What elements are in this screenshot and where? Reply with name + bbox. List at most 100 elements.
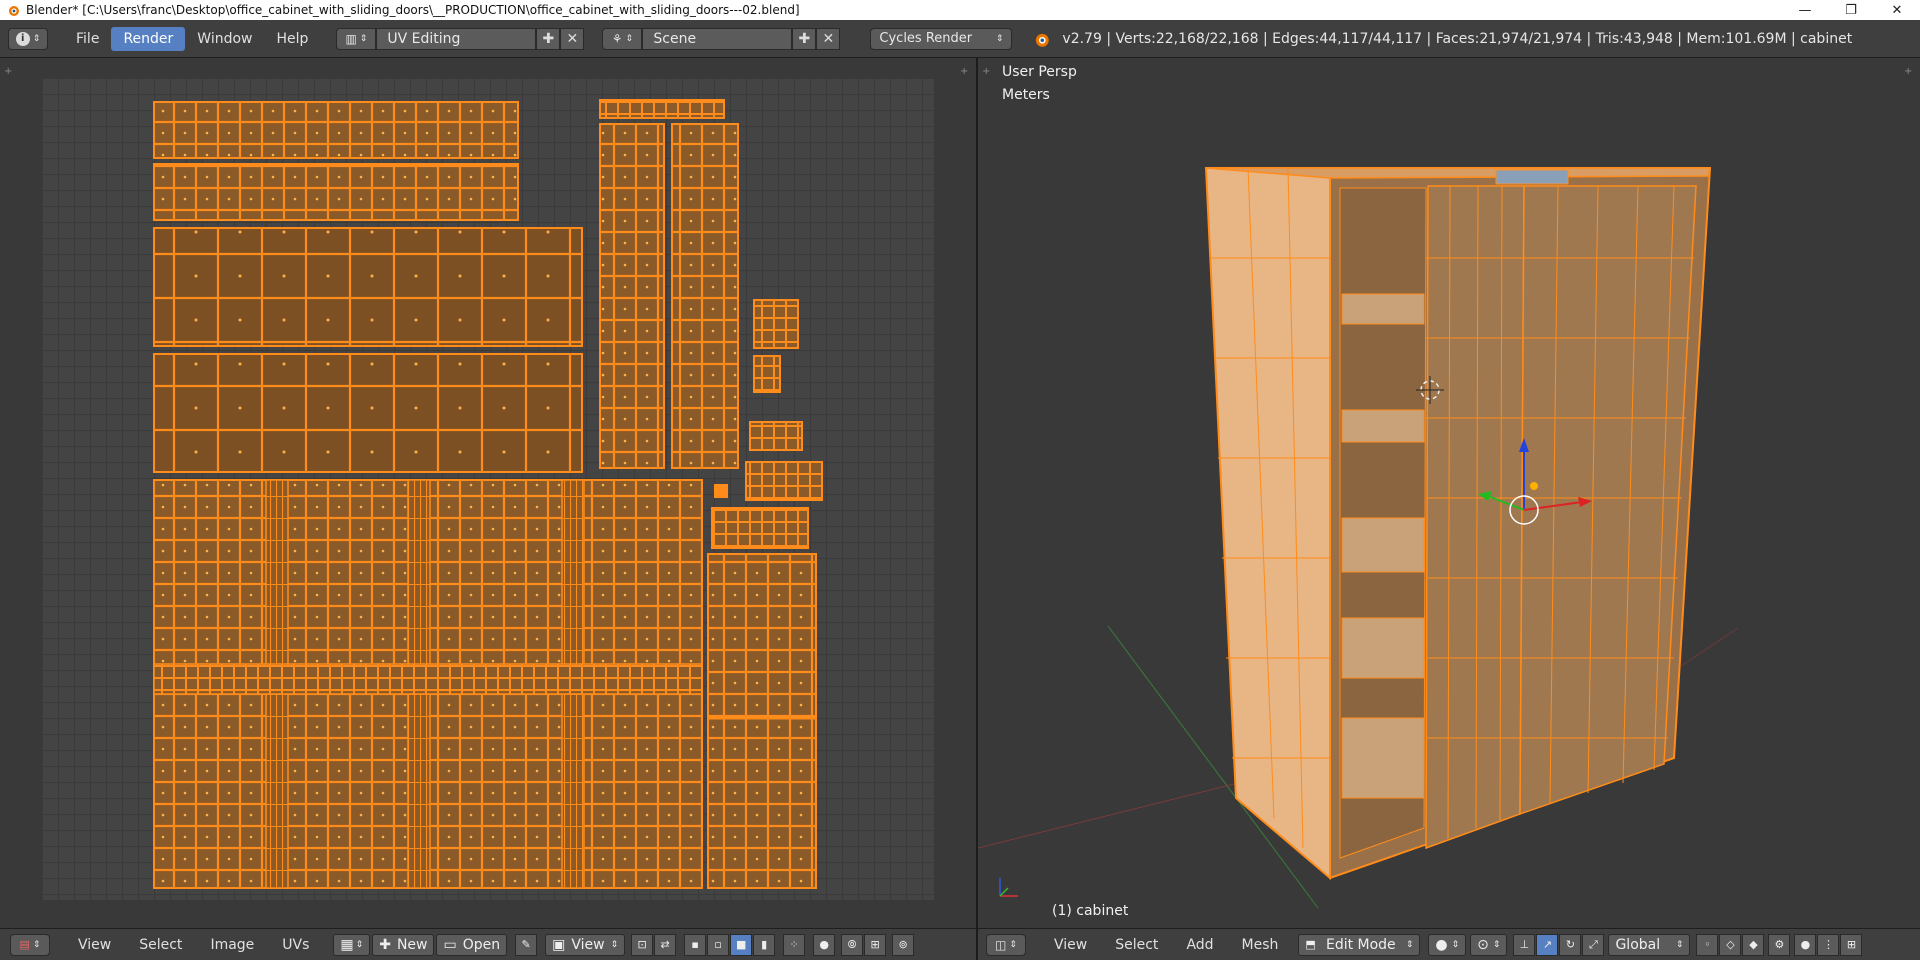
uv-island[interactable] xyxy=(749,421,803,451)
face-select-icon[interactable]: ■ xyxy=(730,933,753,956)
face-select-mode-icon[interactable]: ◆ xyxy=(1742,933,1765,956)
close-button[interactable]: ✕ xyxy=(1874,0,1920,20)
manipulator-toggle-icon[interactable]: ⊥ xyxy=(1513,933,1536,956)
cabinet-side-panel[interactable] xyxy=(1204,167,1331,881)
uv-island[interactable] xyxy=(153,227,583,347)
minimize-button[interactable]: — xyxy=(1782,0,1828,20)
edit-mode-icon: ⬒ xyxy=(1305,938,1316,951)
uv-grid[interactable] xyxy=(42,78,934,900)
sliding-door-left[interactable] xyxy=(1425,185,1525,850)
3d-menu-select[interactable]: Select xyxy=(1101,937,1172,953)
scene-field[interactable]: Scene xyxy=(642,27,793,50)
area-split-icon[interactable]: + xyxy=(960,66,970,77)
uv-island[interactable] xyxy=(671,123,739,469)
plus-icon: ✚ xyxy=(379,936,391,953)
screen-layout-icon-button[interactable]: ▥ ⇕ xyxy=(336,27,377,50)
edge-select-mode-icon[interactable]: ◇ xyxy=(1719,933,1742,956)
snap-target-icon[interactable]: ⊞ xyxy=(1840,933,1863,956)
pin-icon[interactable]: ✎ xyxy=(515,933,538,956)
editor-type-uv-button[interactable]: ▤ ⇕ xyxy=(10,933,50,956)
mode-dropdown[interactable]: ⬒ Edit Mode ⇕ xyxy=(1298,933,1421,956)
uv-island[interactable] xyxy=(753,299,799,349)
vertex-select-mode-icon[interactable]: ◦ xyxy=(1696,933,1719,956)
uv-island[interactable] xyxy=(153,353,583,473)
uv-island[interactable] xyxy=(707,553,817,889)
menu-file[interactable]: File xyxy=(64,27,111,51)
mode-label: Edit Mode xyxy=(1325,936,1396,953)
cabinet-mesh[interactable] xyxy=(978,58,1920,928)
orientation-dropdown[interactable]: Global ⇕ xyxy=(1608,933,1691,956)
chevron-updown-icon: ⇕ xyxy=(1405,939,1414,950)
area-split-icon[interactable]: + xyxy=(4,66,14,77)
image-editor-icon: ▤ xyxy=(19,938,30,951)
close-icon: ✕ xyxy=(566,30,579,47)
editor-type-info-button[interactable]: i ⇕ xyxy=(8,27,48,50)
render-engine-label: Cycles Render xyxy=(879,31,973,46)
sticky-select-icon[interactable]: ⁘ xyxy=(783,933,806,956)
rotate-manipulator-icon[interactable]: ↻ xyxy=(1559,933,1582,956)
delete-scene-button[interactable]: ✕ xyxy=(816,27,841,50)
3d-viewport[interactable]: + + User Persp Meters (1) cabinet xyxy=(978,58,1920,928)
scene-icon-button[interactable]: ⚘ ⇕ xyxy=(602,27,643,50)
uv-island[interactable] xyxy=(153,101,519,159)
uv-menu-image[interactable]: Image xyxy=(196,937,268,953)
uv-island[interactable] xyxy=(711,507,809,549)
editor-type-3dview-button[interactable]: ◫ ⇕ xyxy=(986,933,1026,956)
uv-menu-view[interactable]: View xyxy=(64,937,125,953)
view-mode-dropdown[interactable]: ▣ View ⇕ xyxy=(545,933,626,956)
uv-menu-uvs[interactable]: UVs xyxy=(268,937,323,953)
add-screen-button[interactable]: ✚ xyxy=(536,27,561,50)
delete-screen-button[interactable]: ✕ xyxy=(560,27,585,50)
snap-toggle-icon[interactable]: ⋮ xyxy=(1817,933,1840,956)
scale-manipulator-icon[interactable]: ⤢ xyxy=(1582,933,1605,956)
uv-islands[interactable] xyxy=(42,78,934,900)
3d-menu-mesh[interactable]: Mesh xyxy=(1228,937,1293,953)
orientation-label: Global xyxy=(1615,936,1661,953)
uv-island[interactable] xyxy=(714,484,728,498)
maximize-button[interactable]: ❐ xyxy=(1828,0,1874,20)
window-titlebar: Blender* [C:\Users\franc\Desktop\office_… xyxy=(0,0,1920,20)
folder-icon: ▭ xyxy=(443,936,457,953)
image-pin-icon[interactable]: ⊚ xyxy=(892,933,915,956)
uv-island[interactable] xyxy=(599,123,665,469)
uv-image-editor[interactable]: + + xyxy=(0,58,976,928)
uv-island[interactable] xyxy=(745,461,823,501)
uv-island[interactable] xyxy=(153,663,703,695)
3d-menu-view[interactable]: View xyxy=(1040,937,1101,953)
menu-window[interactable]: Window xyxy=(185,27,264,51)
3d-menu-add[interactable]: Add xyxy=(1172,937,1227,953)
translate-manipulator-icon[interactable]: ↗ xyxy=(1536,933,1559,956)
shading-dropdown[interactable]: ● ⇕ xyxy=(1428,933,1467,956)
axis-orientation-icon xyxy=(999,878,1018,897)
uv-menu-select[interactable]: Select xyxy=(125,937,196,953)
layout-grid-icon: ▥ xyxy=(345,31,357,46)
shading-sphere-icon: ● xyxy=(1435,936,1448,953)
pivot-dropdown[interactable]: ⊙ ⇕ xyxy=(1470,933,1508,956)
sync-select-icon[interactable]: ⇄ xyxy=(654,933,677,956)
menu-render[interactable]: Render xyxy=(111,26,186,51)
snap-element-icon[interactable]: ⊞ xyxy=(864,933,887,956)
uv-island[interactable] xyxy=(599,99,725,119)
proportional-edit-icon[interactable]: ● xyxy=(813,933,836,956)
image-browse-button[interactable]: ▦ ⇕ xyxy=(333,933,371,956)
vertex-select-icon[interactable]: ▪ xyxy=(684,933,707,956)
pivot-icon[interactable]: ⊡ xyxy=(631,933,654,956)
uv-island[interactable] xyxy=(753,355,781,393)
view-mode-label: View xyxy=(571,936,605,953)
snap-icon[interactable]: ⦾ xyxy=(841,933,864,956)
screen-layout-field[interactable]: UV Editing xyxy=(376,27,537,50)
menu-help[interactable]: Help xyxy=(264,27,320,51)
proportional-editing-icon[interactable]: ● xyxy=(1794,933,1817,956)
open-image-label: Open xyxy=(462,936,501,953)
island-select-icon[interactable]: ▮ xyxy=(753,933,776,956)
add-scene-button[interactable]: ✚ xyxy=(792,27,817,50)
limit-selection-icon[interactable]: ⚙ xyxy=(1768,933,1791,956)
open-image-button[interactable]: ▭ Open xyxy=(436,933,508,956)
blender-logo-icon xyxy=(9,6,19,16)
render-engine-dropdown[interactable]: Cycles Render ⇕ xyxy=(870,27,1013,50)
plus-icon: ✚ xyxy=(798,30,811,47)
new-image-button[interactable]: ✚ New xyxy=(372,933,435,956)
uv-island[interactable] xyxy=(153,163,519,221)
edge-select-icon[interactable]: ▫ xyxy=(707,933,730,956)
3d-view-header: ◫ ⇕ View Select Add Mesh ⬒ Edit Mode ⇕ ●… xyxy=(978,928,1920,960)
